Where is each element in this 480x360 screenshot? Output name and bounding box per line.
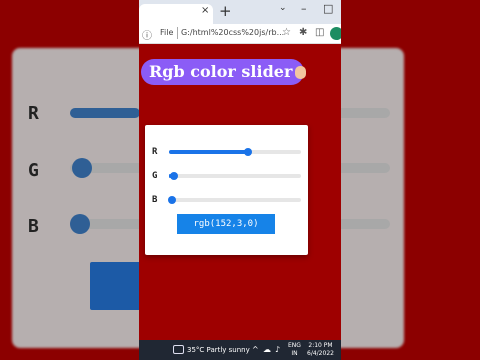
slider-fill-r: [169, 150, 248, 154]
maximize-button[interactable]: □: [323, 2, 333, 15]
slider-label-r: R: [152, 147, 158, 157]
page-title-text: Rgb color slider: [149, 62, 293, 81]
tab-search-chevron-icon[interactable]: ⌄: [279, 3, 287, 13]
side-panel-icon[interactable]: ◫: [315, 27, 324, 38]
screen: R G B × + ⌄ – □ ⓘ File G:/html%20css%20j…: [0, 0, 480, 360]
weather-text: Partly sunny: [206, 346, 250, 354]
address-scheme: File: [160, 28, 174, 37]
address-bar: ⓘ File G:/html%20css%20js/rb... ☆ ✱ ◫: [139, 24, 341, 44]
slider-g[interactable]: [169, 172, 301, 180]
profile-avatar[interactable]: [330, 27, 341, 40]
blurred-thumb-b: [70, 214, 90, 234]
language-code: ENG: [288, 342, 301, 349]
blurred-thumb-g: [72, 158, 92, 178]
browser-window: × + ⌄ – □ ⓘ File G:/html%20css%20js/rb..…: [139, 0, 341, 360]
blurred-fill-r: [70, 108, 140, 118]
slider-thumb-b[interactable]: [168, 196, 176, 204]
slider-card: R G B rgb(152,3,0): [145, 125, 308, 255]
weather-widget[interactable]: 35°C Partly sunny: [187, 346, 250, 354]
rgb-output-button[interactable]: rgb(152,3,0): [177, 214, 275, 234]
slider-b[interactable]: [168, 196, 301, 204]
language-indicator[interactable]: ENG IN: [288, 342, 301, 358]
blurred-label-g: G: [28, 160, 39, 181]
slider-label-g: G: [152, 171, 158, 181]
slider-r[interactable]: [169, 148, 301, 156]
temperature: 35°C: [187, 346, 205, 354]
blurred-label-b: B: [28, 216, 39, 237]
blurred-label-r: R: [28, 103, 39, 124]
slider-label-b: B: [152, 195, 158, 205]
tab-strip: × + ⌄ – □: [139, 0, 341, 24]
cloud-icon[interactable]: ☁: [263, 345, 271, 354]
slider-thumb-g[interactable]: [169, 172, 178, 180]
hand-emoji-icon: [295, 66, 307, 79]
address-url[interactable]: G:/html%20css%20js/rb...: [181, 28, 284, 37]
slider-thumb-r[interactable]: [243, 148, 252, 156]
clock[interactable]: 2:10 PM 6/4/2022: [307, 342, 334, 358]
minimize-button[interactable]: –: [301, 2, 307, 15]
weather-icon[interactable]: [173, 345, 184, 354]
clock-date: 6/4/2022: [307, 350, 334, 357]
new-tab-button[interactable]: +: [219, 2, 232, 20]
tray-chevron-icon[interactable]: ^: [252, 345, 259, 354]
page-content: Rgb color slider R G B rgb(152,3,0): [139, 44, 341, 340]
taskbar: 35°C Partly sunny ^ ☁ ♪ ENG IN 2:10 PM 6/4…: [139, 340, 341, 360]
address-divider: [177, 27, 178, 39]
page-title: Rgb color slider: [141, 59, 307, 85]
clock-time: 2:10 PM: [308, 342, 333, 349]
active-tab[interactable]: ×: [139, 4, 213, 24]
info-icon[interactable]: ⓘ: [142, 27, 152, 42]
region-code: IN: [291, 350, 298, 357]
volume-icon[interactable]: ♪: [275, 345, 280, 354]
bookmark-star-icon[interactable]: ☆: [282, 27, 291, 38]
tab-close-icon[interactable]: ×: [201, 5, 209, 16]
extensions-icon[interactable]: ✱: [299, 27, 307, 38]
